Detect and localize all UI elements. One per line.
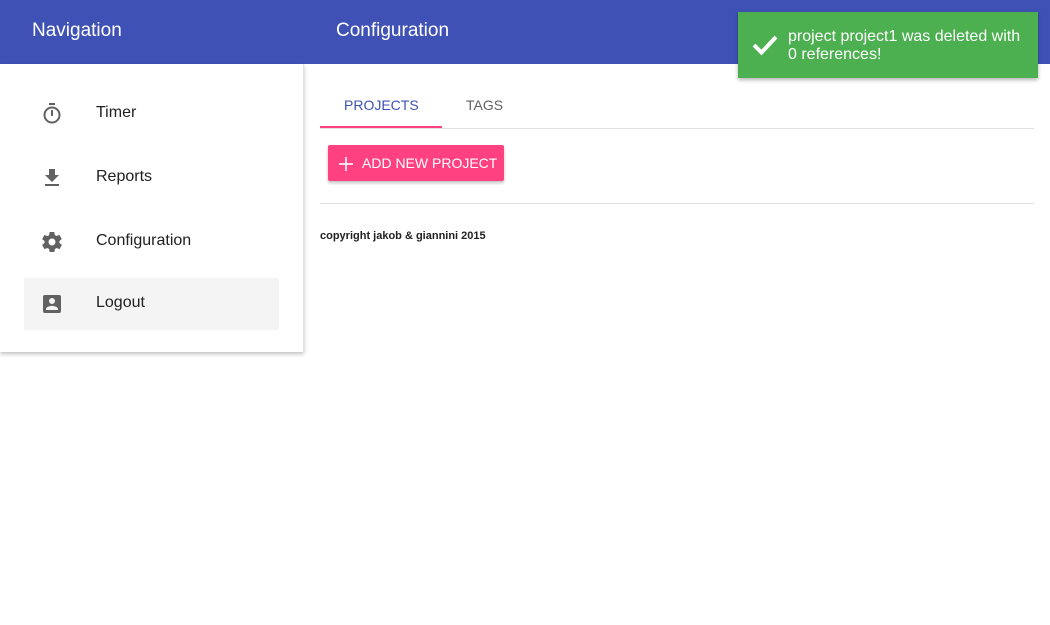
add-new-project-label: ADD NEW PROJECT [362, 155, 498, 171]
sidebar-item-configuration[interactable]: Configuration [24, 216, 279, 268]
tab-tags[interactable]: TAGS [442, 64, 542, 128]
check-icon [752, 34, 778, 56]
tab-label: PROJECTS [344, 97, 419, 113]
success-toast[interactable]: project project1 was deleted with 0 refe… [738, 12, 1038, 78]
sidebar-item-logout[interactable]: Logout [24, 278, 279, 330]
divider [320, 203, 1034, 204]
navigation-title: Navigation [32, 20, 122, 41]
sidebar-item-label: Reports [96, 168, 153, 185]
plus-icon [338, 156, 354, 172]
sidebar-item-label: Logout [96, 294, 145, 311]
sidebar-item-label: Configuration [96, 232, 192, 249]
toast-message: project project1 was deleted with 0 refe… [788, 28, 1021, 63]
tab-label: TAGS [466, 97, 504, 113]
timer-icon [40, 102, 64, 126]
page-title: Configuration [336, 20, 450, 41]
tab-projects[interactable]: PROJECTS [320, 64, 442, 128]
sidebar-item-timer[interactable]: Timer [24, 88, 279, 140]
navigation-drawer: Timer Reports Configuration Logout [0, 64, 304, 352]
account-box-icon [40, 292, 64, 316]
gear-icon [40, 230, 64, 254]
add-new-project-button[interactable]: ADD NEW PROJECT [328, 145, 504, 181]
copyright-text: copyright jakob & giannini 2015 [320, 230, 486, 242]
sidebar-item-reports[interactable]: Reports [24, 152, 279, 204]
sidebar-item-label: Timer [96, 104, 137, 121]
download-icon [40, 166, 64, 190]
